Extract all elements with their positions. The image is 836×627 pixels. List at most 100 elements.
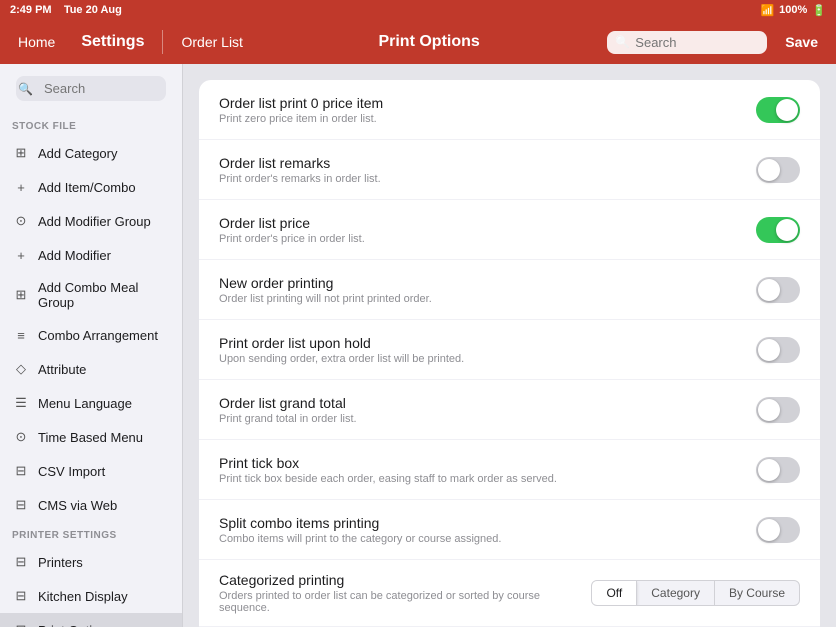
segmented-btn-categorized-printing-off[interactable]: Off <box>592 581 637 605</box>
toggle-new-order-printing[interactable] <box>756 277 800 303</box>
toggle-knob-order-list-print-0-price <box>776 99 798 121</box>
setting-desc-categorized-printing: Orders printed to order list can be cate… <box>219 590 575 614</box>
toggle-split-combo-items-printing[interactable] <box>756 517 800 543</box>
setting-desc-print-tick-box: Print tick box beside each order, easing… <box>219 473 740 485</box>
sidebar-item-label-csv-import: CSV Import <box>38 464 105 479</box>
sidebar-item-label-printers: Printers <box>38 555 83 570</box>
sidebar-item-icon-csv-import: ⊟ <box>12 462 30 480</box>
sidebar-item-icon-add-item-combo: + <box>12 178 30 196</box>
setting-row-order-list-price: Order list pricePrint order's price in o… <box>199 200 820 260</box>
setting-title-order-list-print-0-price: Order list print 0 price item <box>219 95 740 111</box>
sidebar-item-add-combo-meal-group[interactable]: ⊞Add Combo Meal Group <box>0 272 182 318</box>
setting-title-order-list-remarks: Order list remarks <box>219 155 740 171</box>
header-title: Print Options <box>261 33 597 51</box>
setting-row-order-list-grand-total: Order list grand total Print grand total … <box>199 380 820 440</box>
sidebar-search-wrapper: 🔍 <box>0 64 182 113</box>
home-button[interactable]: Home <box>10 30 63 54</box>
sidebar-section-label-0: STOCK FILE <box>0 113 182 136</box>
sidebar-item-label-add-modifier-group: Add Modifier Group <box>38 214 151 229</box>
sidebar-item-label-add-item-combo: Add Item/Combo <box>38 180 136 195</box>
setting-info-print-tick-box: Print tick boxPrint tick box beside each… <box>219 455 740 485</box>
header-search-wrapper: 🔍 <box>607 31 767 54</box>
header-divider <box>162 30 163 54</box>
settings-button[interactable]: Settings <box>73 29 152 55</box>
sidebar-item-kitchen-display[interactable]: ⊟ Kitchen Display <box>0 579 182 613</box>
sidebar-item-add-modifier-group[interactable]: ⊙ Add Modifier Group <box>0 204 182 238</box>
setting-row-categorized-printing: Categorized printing Orders printed to or… <box>199 560 820 627</box>
sidebar-item-icon-add-combo-meal-group: ⊞ <box>12 286 30 304</box>
battery-indicator: 100% <box>779 4 807 16</box>
main-layout: 🔍 STOCK FILE⊞Add Category+Add Item/Combo… <box>0 64 836 627</box>
segmented-btn-categorized-printing-category[interactable]: Category <box>637 581 715 605</box>
toggle-knob-print-tick-box <box>758 459 780 481</box>
sidebar-section-label-1: PRINTER SETTINGS <box>0 522 182 545</box>
sidebar-item-cms-via-web[interactable]: ⊟ CMS via Web <box>0 488 182 522</box>
sidebar-item-csv-import[interactable]: ⊟ CSV Import <box>0 454 182 488</box>
setting-desc-print-order-list-upon-hold: Upon sending order, extra order list wil… <box>219 353 740 365</box>
order-list-button[interactable]: Order List <box>173 30 250 54</box>
setting-info-print-order-list-upon-hold: Print order list upon hold Upon sending o… <box>219 335 740 365</box>
sidebar-item-time-based-menu[interactable]: ⊙Time Based Menu <box>0 420 182 454</box>
sidebar-item-icon-print-options: ⊟ <box>12 621 30 627</box>
setting-desc-order-list-print-0-price: Print zero price item in order list. <box>219 113 740 125</box>
toggle-knob-print-order-list-upon-hold <box>758 339 780 361</box>
sidebar-item-add-category[interactable]: ⊞Add Category <box>0 136 182 170</box>
setting-info-order-list-grand-total: Order list grand total Print grand total … <box>219 395 740 425</box>
sidebar-item-label-add-category: Add Category <box>38 146 118 161</box>
setting-control-new-order-printing <box>756 277 800 303</box>
sidebar-item-label-cms-via-web: CMS via Web <box>38 498 117 513</box>
setting-desc-new-order-printing: Order list printing will not print print… <box>219 293 740 305</box>
sidebar-item-printers[interactable]: ⊟ Printers <box>0 545 182 579</box>
toggle-knob-order-list-grand-total <box>758 399 780 421</box>
battery-icon: 🔋 <box>812 4 826 17</box>
toggle-order-list-grand-total[interactable] <box>756 397 800 423</box>
sidebar-item-icon-kitchen-display: ⊟ <box>12 587 30 605</box>
sidebar-item-label-kitchen-display: Kitchen Display <box>38 589 128 604</box>
wifi-icon: 📶 <box>760 4 774 17</box>
toggle-knob-order-list-price <box>776 219 798 241</box>
toggle-print-tick-box[interactable] <box>756 457 800 483</box>
sidebar-item-icon-menu-language: ☰ <box>12 394 30 412</box>
setting-row-split-combo-items-printing: Split combo items printingCombo items wi… <box>199 500 820 560</box>
setting-title-new-order-printing: New order printing <box>219 275 740 291</box>
toggle-order-list-remarks[interactable] <box>756 157 800 183</box>
header-search-input[interactable] <box>607 31 767 54</box>
sidebar-item-print-options[interactable]: ⊟ Print Options <box>0 613 182 627</box>
setting-control-split-combo-items-printing <box>756 517 800 543</box>
setting-row-print-tick-box: Print tick boxPrint tick box beside each… <box>199 440 820 500</box>
sidebar-search-input[interactable] <box>16 76 166 101</box>
setting-desc-order-list-grand-total: Print grand total in order list. <box>219 413 740 425</box>
sidebar-item-icon-cms-via-web: ⊟ <box>12 496 30 514</box>
setting-row-order-list-remarks: Order list remarks Print order's remarks … <box>199 140 820 200</box>
sidebar-item-add-modifier[interactable]: +Add Modifier <box>0 238 182 272</box>
sidebar-item-combo-arrangement[interactable]: ≡Combo Arrangement <box>0 318 182 352</box>
sidebar-item-menu-language[interactable]: ☰Menu Language <box>0 386 182 420</box>
toggle-knob-split-combo-items-printing <box>758 519 780 541</box>
header: Home Settings Order List Print Options 🔍… <box>0 20 836 64</box>
setting-desc-order-list-remarks: Print order's remarks in order list. <box>219 173 740 185</box>
status-indicators: 📶 100% 🔋 <box>760 4 826 17</box>
setting-row-print-order-list-upon-hold: Print order list upon hold Upon sending o… <box>199 320 820 380</box>
segmented-btn-categorized-printing-by-course[interactable]: By Course <box>715 581 799 605</box>
sidebar-item-add-item-combo[interactable]: + Add Item/Combo <box>0 170 182 204</box>
sidebar-item-icon-attribute: ◇ <box>12 360 30 378</box>
status-bar: 2:49 PM Tue 20 Aug 📶 100% 🔋 <box>0 0 836 20</box>
setting-title-print-order-list-upon-hold: Print order list upon hold <box>219 335 740 351</box>
toggle-print-order-list-upon-hold[interactable] <box>756 337 800 363</box>
status-time-date: 2:49 PM Tue 20 Aug <box>10 4 122 16</box>
sidebar-sections: STOCK FILE⊞Add Category+Add Item/Combo⊙A… <box>0 113 182 627</box>
sidebar-item-icon-add-modifier: + <box>12 246 30 264</box>
toggle-order-list-price[interactable] <box>756 217 800 243</box>
sidebar-item-attribute[interactable]: ◇Attribute <box>0 352 182 386</box>
setting-title-categorized-printing: Categorized printing <box>219 572 575 588</box>
sidebar-item-label-print-options: Print Options <box>38 623 113 627</box>
segmented-categorized-printing: OffCategoryBy Course <box>591 580 800 606</box>
sidebar-item-icon-printers: ⊟ <box>12 553 30 571</box>
setting-title-order-list-grand-total: Order list grand total <box>219 395 740 411</box>
toggle-knob-order-list-remarks <box>758 159 780 181</box>
toggle-order-list-print-0-price[interactable] <box>756 97 800 123</box>
sidebar-item-icon-add-modifier-group: ⊙ <box>12 212 30 230</box>
toggle-knob-new-order-printing <box>758 279 780 301</box>
setting-row-new-order-printing: New order printing Order list printing wi… <box>199 260 820 320</box>
save-button[interactable]: Save <box>777 30 826 54</box>
